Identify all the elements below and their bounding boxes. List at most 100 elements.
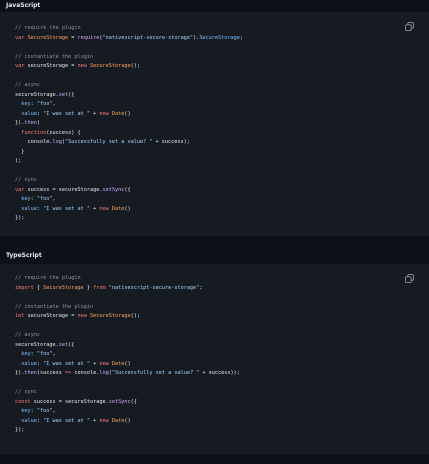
code-token: "nativescript-secure-storage" xyxy=(102,34,194,41)
code-line: }).then(success => console.log("Successf… xyxy=(15,369,240,379)
code-line: let secureStorage = new SecureStorage(); xyxy=(15,312,240,322)
code-line: secureStorage.set({ xyxy=(15,341,240,351)
code-line: value: "I was set at " + new Date() xyxy=(15,110,243,120)
code-token: "foo" xyxy=(36,196,53,202)
code-line: var secureStorage = new SecureStorage(); xyxy=(15,62,243,72)
code-token: console. xyxy=(74,370,100,376)
code-token: value xyxy=(15,360,37,367)
code-token: success = secureStorage. xyxy=(27,186,103,193)
code-token: value xyxy=(15,205,37,212)
code-token: + success)); xyxy=(199,370,240,376)
code-token: "I was set at " xyxy=(43,360,90,367)
code-token: secureStorage. xyxy=(15,91,59,98)
typescript-code: // require the plugin import { SecureStor… xyxy=(15,274,240,436)
code-token: + xyxy=(89,417,100,424)
code-token: , xyxy=(52,408,56,414)
code-token: "foo" xyxy=(36,408,53,414)
code-token: => xyxy=(64,370,75,376)
code-line: // async xyxy=(15,331,240,341)
code-line: key: "foo", xyxy=(15,195,243,205)
code-token: Date xyxy=(111,205,125,212)
code-token: // async xyxy=(15,82,40,88)
code-token: secureStorage. xyxy=(15,341,59,348)
code-token: setSync xyxy=(102,186,125,193)
typescript-code-block[interactable]: // require the plugin import { SecureStor… xyxy=(0,264,429,454)
code-token: ({ xyxy=(124,186,131,193)
code-token: (success) { xyxy=(46,129,81,136)
code-line: // require the plugin xyxy=(15,274,240,284)
typescript-heading: TypeScript xyxy=(0,250,429,262)
code-token: key xyxy=(15,351,31,357)
code-token: (); xyxy=(130,63,140,69)
code-token: ({ xyxy=(130,398,137,405)
code-line: }).then( xyxy=(15,119,243,129)
code-line: value: "I was set at " + new Date() xyxy=(15,360,240,370)
code-token: + success); xyxy=(152,139,190,145)
code-line: import { SecureStorage } from "nativescr… xyxy=(15,284,240,294)
javascript-code-block[interactable]: // require the plugin var SecureStorage =… xyxy=(0,12,429,236)
code-token: console. xyxy=(15,139,53,145)
code-line: console.log("Successfully set a value? "… xyxy=(15,138,243,148)
code-line: } xyxy=(15,148,243,158)
copy-button-typescript[interactable] xyxy=(405,274,414,283)
code-line: key: "foo", xyxy=(15,407,240,417)
code-line: ​ xyxy=(15,379,240,389)
code-token: "nativescript-secure-storage" xyxy=(108,284,200,291)
code-token: "foo" xyxy=(36,351,53,357)
code-token: "Successfully set a value? " xyxy=(111,370,200,376)
code-token: SecureStorage xyxy=(199,34,240,41)
code-token: value xyxy=(15,110,37,117)
code-token: key xyxy=(15,196,31,202)
copy-button-javascript[interactable] xyxy=(405,22,414,31)
code-token: + xyxy=(89,110,100,117)
code-token: secureStorage = xyxy=(27,313,78,319)
code-line: // async xyxy=(15,81,243,91)
code-token: }); xyxy=(15,215,25,221)
code-token: new xyxy=(77,63,90,69)
code-token: ; xyxy=(239,34,244,41)
code-token: } xyxy=(15,148,25,155)
code-token: then xyxy=(24,370,37,376)
code-token: "I was set at " xyxy=(43,205,90,212)
code-token: } xyxy=(83,284,94,291)
code-token: import xyxy=(15,284,37,291)
code-token: // sync xyxy=(15,389,37,395)
code-token: // require the plugin xyxy=(15,25,81,31)
code-token: () xyxy=(124,360,131,367)
code-token: // instantiate the plugin xyxy=(15,303,94,310)
javascript-code: // require the plugin var SecureStorage =… xyxy=(15,24,243,224)
code-line: ​ xyxy=(15,167,243,177)
code-token: }). xyxy=(15,120,25,126)
code-line: }); xyxy=(15,214,243,224)
copy-icon xyxy=(405,22,414,31)
code-token: key xyxy=(15,101,31,107)
javascript-heading: JavaScript xyxy=(0,0,429,12)
code-line: secureStorage.set({ xyxy=(15,91,243,101)
code-line: ​ xyxy=(15,43,243,53)
code-token: "Successfully set a value? " xyxy=(64,139,153,145)
code-line: }); xyxy=(15,426,240,436)
code-line: ); xyxy=(15,157,243,167)
code-token: (success xyxy=(36,370,65,376)
code-line: // sync xyxy=(15,176,243,186)
code-token: , xyxy=(52,101,56,107)
code-line: // sync xyxy=(15,388,240,398)
code-line: function(success) { xyxy=(15,129,243,139)
code-token: new xyxy=(99,417,112,424)
code-token: value xyxy=(15,417,37,424)
code-token: }). xyxy=(15,370,25,376)
code-token: SecureStorage xyxy=(89,313,131,319)
code-line: // instantiate the plugin xyxy=(15,53,243,63)
code-line: ​ xyxy=(15,72,243,82)
code-token: Date xyxy=(111,360,125,367)
code-token: }); xyxy=(15,427,25,433)
code-token: (); xyxy=(130,313,140,319)
code-token: new xyxy=(77,313,90,319)
copy-icon xyxy=(405,274,414,283)
code-token: then xyxy=(24,120,37,126)
code-token: var xyxy=(15,34,28,41)
code-token: secureStorage = xyxy=(27,63,78,69)
code-token: + xyxy=(89,360,100,367)
code-token: ({ xyxy=(68,91,75,98)
code-token: // sync xyxy=(15,177,37,183)
